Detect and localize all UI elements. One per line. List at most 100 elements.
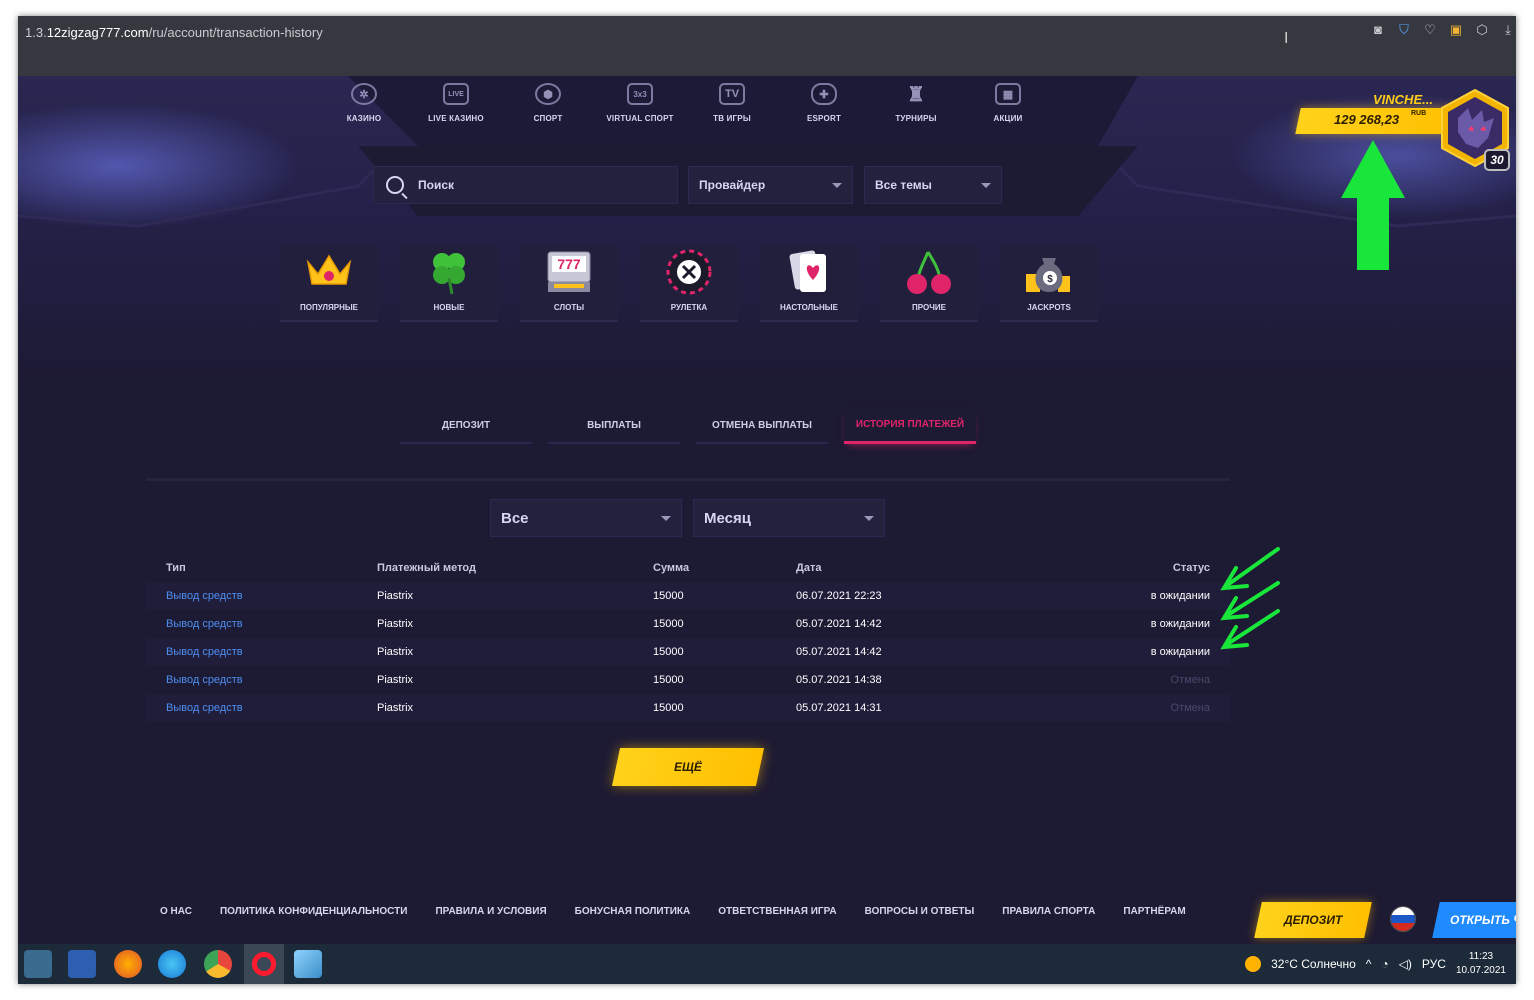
svg-text:$: $ xyxy=(1047,274,1053,285)
heart-icon[interactable]: ♡ xyxy=(1422,22,1438,38)
balance-currency: RUB xyxy=(1411,110,1427,117)
footer-link-terms[interactable]: ПРАВИЛА И УСЛОВИЯ xyxy=(435,906,546,917)
shield-icon[interactable]: ⛉ xyxy=(1396,22,1412,38)
category-jackpots[interactable]: $ JACKPOTS xyxy=(1000,244,1098,322)
address-bar[interactable]: 1.3.12zigzag777.com/ru/account/transacti… xyxy=(25,25,323,40)
nav-label: КАЗИНО xyxy=(346,114,382,123)
open-button[interactable]: ОТКРЫТЬ Ч xyxy=(1432,902,1516,938)
divider xyxy=(146,478,1230,481)
transaction-type-link[interactable]: Вывод средств xyxy=(146,702,377,714)
gamepad-icon: ✚ xyxy=(811,83,837,105)
network-icon[interactable]: ◔ xyxy=(1381,957,1388,971)
transaction-type-link[interactable]: Вывод средств xyxy=(146,618,377,630)
nav-item-sport[interactable]: ⬢ СПОРТ xyxy=(502,80,594,138)
username[interactable]: VINCHE... xyxy=(1373,92,1433,107)
amount: 15000 xyxy=(653,646,684,658)
transaction-type-link[interactable]: Вывод средств xyxy=(146,590,377,602)
footer-link-faq[interactable]: ВОПРОСЫ И ОТВЕТЫ xyxy=(865,906,975,917)
gift-icon: ▦ xyxy=(995,83,1021,105)
category-new[interactable]: НОВЫЕ xyxy=(400,244,498,322)
slot-machine-icon: 777 xyxy=(547,251,591,292)
category-label: ПОПУЛЯРНЫЕ xyxy=(299,303,359,312)
themes-select[interactable]: Все темы xyxy=(864,166,1002,204)
tab-deposit[interactable]: ДЕПОЗИТ xyxy=(400,408,532,444)
footer-link-sport-rules[interactable]: ПРАВИЛА СПОРТА xyxy=(1002,906,1095,917)
volume-icon[interactable]: ◁) xyxy=(1399,957,1412,971)
period-select[interactable]: Месяц xyxy=(693,499,885,537)
wallet-icon[interactable]: ▣ xyxy=(1448,22,1464,38)
load-more-button[interactable]: ЕЩЁ xyxy=(611,748,765,786)
nav-item-live-casino[interactable]: LIVE LIVE КАЗИНО xyxy=(410,80,502,138)
opera-taskbar-button[interactable] xyxy=(244,944,284,984)
save-disk-icon[interactable] xyxy=(68,950,96,978)
date: 05.07.2021 14:38 xyxy=(796,674,882,686)
system-app-icon[interactable] xyxy=(24,950,52,978)
weather-text[interactable]: 32°C Солнечно xyxy=(1271,957,1356,971)
chevron-up-icon[interactable]: ^ xyxy=(1366,957,1372,971)
nav-label: VIRTUAL СПОРТ xyxy=(606,114,674,123)
themes-select-value: Все темы xyxy=(875,178,932,192)
chrome-icon[interactable] xyxy=(204,950,232,978)
column-header-type: Тип xyxy=(166,562,186,574)
category-roulette[interactable]: РУЛЕТКА xyxy=(640,244,738,322)
browser-toolbar: 1.3.12zigzag777.com/ru/account/transacti… xyxy=(18,16,1516,76)
nav-item-tv-games[interactable]: TV ТВ ИГРЫ xyxy=(686,80,778,138)
footer-link-privacy[interactable]: ПОЛИТИКА КОНФИДЕНЦИАЛЬНОСТИ xyxy=(220,906,407,917)
chevron-down-icon xyxy=(832,182,842,188)
category-table-games[interactable]: НАСТОЛЬНЫЕ xyxy=(760,244,858,322)
transaction-type-link[interactable]: Вывод средств xyxy=(146,674,377,686)
soccer-ball-icon: ⬢ xyxy=(535,83,561,105)
search-input[interactable] xyxy=(418,178,658,192)
russia-flag-icon[interactable] xyxy=(1390,906,1416,932)
box-icon[interactable]: ⬡ xyxy=(1474,22,1490,38)
transaction-type-value: Все xyxy=(501,509,529,527)
date: 05.07.2021 14:42 xyxy=(796,618,882,630)
camera-icon[interactable]: ◙ xyxy=(1370,22,1386,38)
period-value: Месяц xyxy=(704,509,751,527)
column-header-amount: Сумма xyxy=(653,562,690,574)
table-row: Вывод средств Piastrix 15000 05.07.2021 … xyxy=(146,694,1230,722)
column-header-status: Статус xyxy=(1172,562,1210,574)
firefox-icon[interactable] xyxy=(114,950,142,978)
date: 05.07.2021 14:31 xyxy=(796,702,882,714)
footer-link-bonus-policy[interactable]: БОНУСНАЯ ПОЛИТИКА xyxy=(575,906,691,917)
nav-label: LIVE КАЗИНО xyxy=(428,114,484,123)
language-indicator[interactable]: РУС xyxy=(1422,957,1446,971)
tab-payment-history[interactable]: ИСТОРИЯ ПЛАТЕЖЕЙ xyxy=(844,408,976,444)
clock[interactable]: 11:23 10.07.2021 xyxy=(1456,950,1506,978)
category-label: JACKPOTS xyxy=(1027,303,1071,312)
chevron-down-icon xyxy=(981,182,991,188)
status: в ожидании xyxy=(1150,590,1210,602)
amount: 15000 xyxy=(653,590,684,602)
tab-payouts[interactable]: ВЫПЛАТЫ xyxy=(548,408,680,444)
footer-links: О НАС ПОЛИТИКА КОНФИДЕНЦИАЛЬНОСТИ ПРАВИЛ… xyxy=(160,906,1214,917)
nav-item-casino[interactable]: ✲ КАЗИНО xyxy=(318,80,410,138)
notepad-icon[interactable] xyxy=(294,950,322,978)
status: Отмена xyxy=(1170,674,1210,686)
load-more-label: ЕЩЁ xyxy=(674,760,702,774)
deposit-button[interactable]: ДЕПОЗИТ xyxy=(1254,902,1372,938)
edge-icon[interactable] xyxy=(158,950,186,978)
transaction-type-link[interactable]: Вывод средств xyxy=(146,646,377,658)
account-tabs: ДЕПОЗИТ ВЫПЛАТЫ ОТМЕНА ВЫПЛАТЫ ИСТОРИЯ П… xyxy=(400,408,976,444)
game-search[interactable] xyxy=(373,166,678,204)
category-slots[interactable]: 777 СЛОТЫ xyxy=(520,244,618,322)
category-other[interactable]: ПРОЧИЕ xyxy=(880,244,978,322)
transaction-table: Тип Платежный метод Сумма Дата Статус Вы… xyxy=(146,554,1230,722)
provider-select-value: Провайдер xyxy=(699,178,766,192)
footer-link-responsible-gaming[interactable]: ОТВЕТСТВЕННАЯ ИГРА xyxy=(718,906,836,917)
nav-item-tournaments[interactable]: ♜ ТУРНИРЫ xyxy=(870,80,962,138)
nav-item-virtual-sport[interactable]: 3x3 VIRTUAL СПОРТ xyxy=(594,80,686,138)
url-prefix: 1.3. xyxy=(25,25,47,40)
category-popular[interactable]: ПОПУЛЯРНЫЕ xyxy=(280,244,378,322)
footer-link-about[interactable]: О НАС xyxy=(160,906,192,917)
nav-item-promotions[interactable]: ▦ АКЦИИ xyxy=(962,80,1054,138)
casino-page: ✲ КАЗИНО LIVE LIVE КАЗИНО ⬢ СПОРТ 3x3 VI… xyxy=(18,76,1516,944)
trophy-icon: ♜ xyxy=(907,83,925,106)
tab-cancel-payout[interactable]: ОТМЕНА ВЫПЛАТЫ xyxy=(696,408,828,444)
download-icon[interactable]: ⤓ xyxy=(1500,22,1516,38)
provider-select[interactable]: Провайдер xyxy=(688,166,853,204)
footer-link-partners[interactable]: ПАРТНЁРАМ xyxy=(1123,906,1185,917)
nav-item-esport[interactable]: ✚ ESPORT xyxy=(778,80,870,138)
transaction-type-select[interactable]: Все xyxy=(490,499,682,537)
